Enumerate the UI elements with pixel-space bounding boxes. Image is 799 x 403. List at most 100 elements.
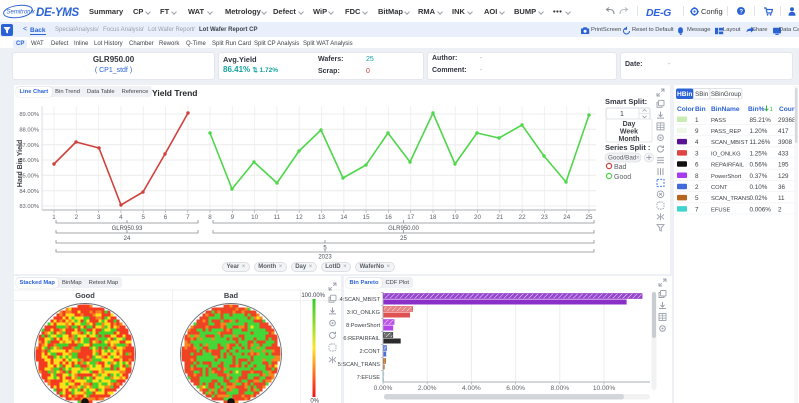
svg-text:SBin: SBin [695,91,709,98]
svg-text:0.02%: 0.02% [750,195,768,202]
svg-text:1: 1 [52,214,56,221]
svg-text:12: 12 [296,214,303,221]
svg-text:REPAIRFAIL: REPAIRFAIL [711,163,745,169]
svg-text:EFUSE: EFUSE [711,207,730,213]
svg-text:PASS_REP: PASS_REP [711,129,741,135]
svg-text:24: 24 [124,236,131,242]
svg-text:7: 7 [186,214,190,221]
svg-text:9: 9 [695,128,699,135]
svg-text:CONT: CONT [711,185,728,191]
svg-text:36: 36 [778,184,786,191]
svg-text:Good: Good [614,174,631,181]
svg-text:7: 7 [695,206,699,213]
svg-text:0.10%: 0.10% [750,184,768,191]
svg-text:8: 8 [695,173,699,180]
svg-text:1: 1 [770,107,774,113]
svg-text:83.00%: 83.00% [19,204,39,210]
svg-text:84.00%: 84.00% [19,189,39,195]
svg-text:11.26%: 11.26% [750,139,771,146]
svg-text:5: 5 [141,214,145,221]
svg-text:1: 1 [695,117,699,124]
svg-text:Week: Week [620,129,638,136]
svg-text:3908: 3908 [778,139,793,146]
svg-text:417: 417 [778,128,789,135]
svg-text:29368: 29368 [778,117,796,124]
svg-text:IO_ONLKG: IO_ONLKG [711,151,741,157]
svg-text:195: 195 [778,162,789,169]
svg-text:14: 14 [340,214,347,221]
svg-text:Month: Month [619,136,640,143]
svg-text:0.006%: 0.006% [750,206,772,213]
svg-text:10: 10 [251,214,258,221]
svg-text:Good/Bad: Good/Bad [608,155,637,162]
svg-text:16: 16 [385,214,392,221]
svg-text:HBin: HBin [677,91,692,98]
svg-text:0.56%: 0.56% [750,162,768,169]
svg-text:5: 5 [695,195,699,202]
svg-text:Bad: Bad [614,164,627,171]
svg-text:25: 25 [586,214,593,221]
svg-text:4: 4 [695,139,699,146]
svg-text:2023: 2023 [318,255,332,261]
svg-text:15: 15 [363,214,370,221]
svg-text:24: 24 [563,214,570,221]
svg-text:SBinGroup: SBinGroup [711,91,742,98]
svg-text:17: 17 [407,214,414,221]
svg-text:×: × [636,156,640,162]
svg-text:SCAN_MBIST: SCAN_MBIST [711,140,749,146]
svg-text:Day: Day [623,121,636,128]
svg-text:89.00%: 89.00% [19,112,39,118]
svg-text:13: 13 [318,214,325,221]
svg-text:4.00%: 4.00% [462,385,481,392]
svg-text:Good: Good [75,291,95,300]
svg-text:6.00%: 6.00% [506,385,525,392]
svg-text:5:SCAN_TRANS: 5:SCAN_TRANS [338,362,381,368]
svg-text:433: 433 [778,150,789,157]
svg-text:10.00%: 10.00% [593,385,616,392]
svg-text:0%: 0% [310,399,319,403]
svg-text:9: 9 [231,214,235,221]
svg-text:Bad: Bad [224,291,239,300]
svg-text:23: 23 [541,214,548,221]
svg-text:1.20%: 1.20% [750,128,768,135]
svg-text:6: 6 [695,162,699,169]
svg-text:8:PowerShort: 8:PowerShort [346,323,380,329]
svg-text:4: 4 [119,214,123,221]
svg-text:Hard Bin Yield: Hard Bin Yield [17,140,24,187]
svg-text:Bin%: Bin% [748,106,765,113]
svg-text:Series Split :: Series Split : [605,143,650,152]
svg-text:2.00%: 2.00% [418,385,437,392]
svg-text:19: 19 [452,214,459,221]
svg-text:0.00%: 0.00% [374,385,393,392]
svg-text:6:REPAIRFAIL: 6:REPAIRFAIL [343,336,380,342]
svg-text:2: 2 [778,206,782,213]
svg-text:SCAN_TRANS: SCAN_TRANS [711,196,750,202]
svg-text:18: 18 [430,214,437,221]
svg-text:11: 11 [274,214,281,221]
svg-text:21: 21 [496,214,503,221]
svg-text:0.37%: 0.37% [750,173,768,180]
svg-text:3: 3 [97,214,101,221]
svg-text:Smart Split:: Smart Split: [605,97,647,106]
svg-text:20: 20 [474,214,481,221]
svg-text:3: 3 [695,150,699,157]
svg-text:1.25%: 1.25% [750,150,768,157]
svg-text:PowerShort: PowerShort [711,174,742,180]
svg-text:8.00%: 8.00% [550,385,569,392]
svg-text:129: 129 [778,173,789,180]
svg-text:8: 8 [208,214,212,221]
svg-text:2: 2 [695,184,699,191]
svg-text:2: 2 [75,214,79,221]
svg-text:PASS: PASS [711,118,726,124]
svg-text:25: 25 [400,236,407,242]
svg-text:6: 6 [164,214,168,221]
svg-text:1: 1 [620,111,624,118]
svg-text:11: 11 [778,195,785,202]
svg-text:22: 22 [519,214,526,221]
svg-text:100.00%: 100.00% [301,293,325,299]
svg-text:85.21%: 85.21% [750,117,772,124]
svg-text:4:SCAN_MBIST: 4:SCAN_MBIST [340,297,381,303]
svg-text:2:CONT: 2:CONT [359,349,380,355]
svg-text:3:IO_ONLKG: 3:IO_ONLKG [347,310,380,316]
svg-text:Color: Color [677,106,695,113]
